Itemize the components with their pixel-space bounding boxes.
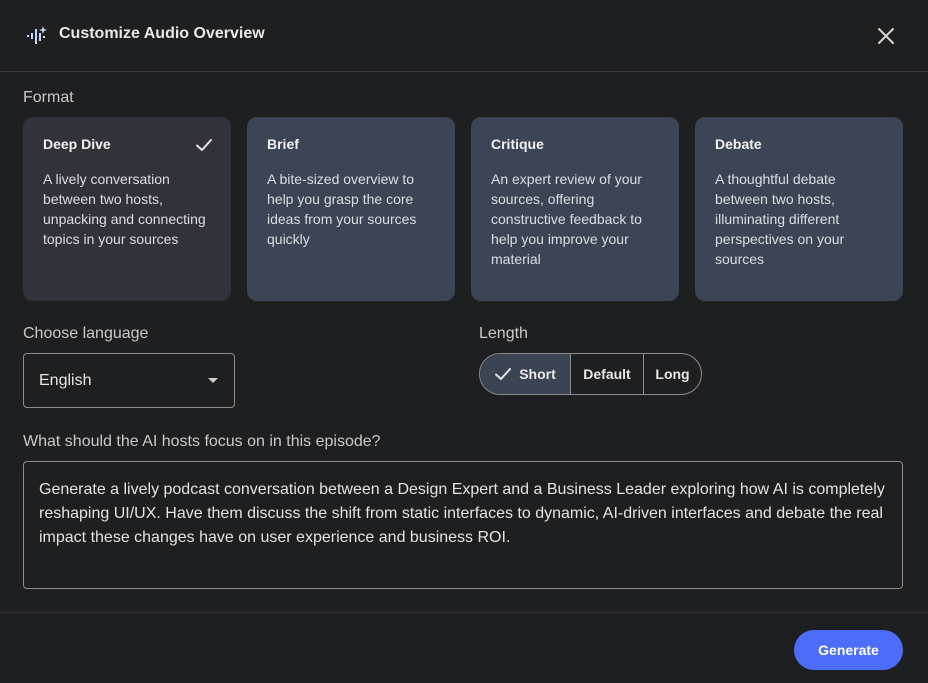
customize-audio-dialog: Customize Audio Overview Format Deep Div… [0, 0, 928, 683]
language-select[interactable]: English [23, 353, 235, 408]
format-card-debate[interactable]: Debate A thoughtful debate between two h… [695, 117, 903, 301]
format-card-title: Debate [715, 136, 762, 152]
generate-button[interactable]: Generate [794, 630, 903, 670]
length-option-label: Default [583, 366, 631, 382]
format-card-description: An expert review of your sources, offeri… [491, 171, 642, 267]
dialog-title: Customize Audio Overview [59, 25, 265, 42]
length-option-long[interactable]: Long [644, 354, 701, 394]
format-card-description: A thoughtful debate between two hosts, i… [715, 171, 845, 267]
format-card-description: A lively conversation between two hosts,… [43, 171, 206, 247]
language-value: English [39, 372, 92, 389]
length-option-label: Long [655, 366, 690, 382]
format-label: Format [23, 89, 74, 106]
format-card-critique[interactable]: Critique An expert review of your source… [471, 117, 679, 301]
length-option-label: Short [519, 366, 556, 382]
close-icon [878, 28, 894, 44]
dropdown-arrow-icon [208, 378, 218, 383]
length-label: Length [479, 325, 528, 342]
format-card-deep-dive[interactable]: Deep Dive A lively conversation between … [23, 117, 231, 301]
focus-label: What should the AI hosts focus on in thi… [23, 433, 381, 450]
format-card-brief[interactable]: Brief A bite-sized overview to help you … [247, 117, 455, 301]
length-option-short[interactable]: Short [480, 354, 571, 394]
check-icon [495, 368, 512, 380]
dialog-header: Customize Audio Overview [0, 0, 928, 72]
format-card-title: Deep Dive [43, 136, 111, 152]
audio-spark-icon [27, 26, 47, 44]
focus-textarea[interactable]: Generate a lively podcast conversation b… [23, 461, 903, 589]
format-card-title: Critique [491, 136, 544, 152]
close-button[interactable] [872, 22, 900, 50]
length-option-default[interactable]: Default [571, 354, 644, 394]
check-icon [196, 139, 212, 151]
footer-divider [0, 612, 928, 613]
length-segmented-control: Short Default Long [479, 353, 702, 395]
format-card-title: Brief [267, 136, 299, 152]
language-label: Choose language [23, 325, 149, 342]
format-card-description: A bite-sized overview to help you grasp … [267, 171, 417, 247]
